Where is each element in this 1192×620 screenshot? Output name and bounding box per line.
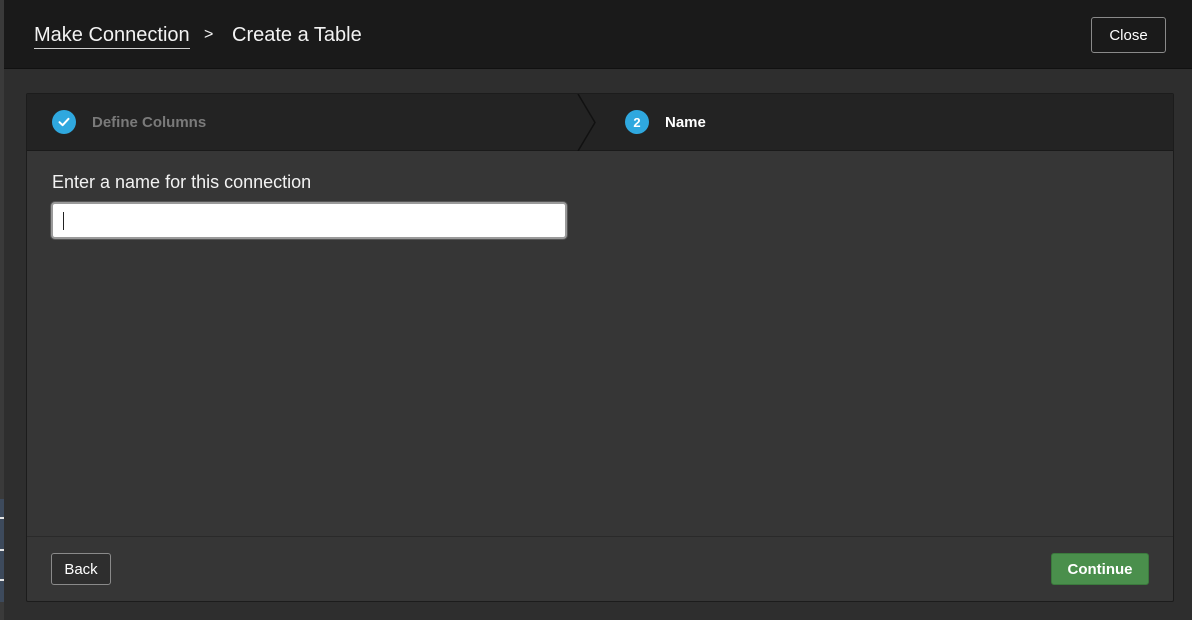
step-name-label: Name: [665, 113, 706, 131]
back-button[interactable]: Back: [51, 553, 111, 585]
wizard-steps: Define Columns 2 Name: [27, 94, 1173, 151]
step-number-badge: 2: [625, 110, 649, 134]
text-caret: [63, 212, 64, 230]
breadcrumb-make-connection[interactable]: Make Connection: [34, 23, 190, 49]
close-button[interactable]: Close: [1091, 17, 1166, 53]
connection-name-label: Enter a name for this connection: [52, 172, 312, 192]
wizard-footer: Back Continue: [27, 536, 1173, 601]
breadcrumb-separator: >: [204, 26, 214, 43]
step-define-columns[interactable]: Define Columns: [52, 110, 206, 134]
connection-name-input[interactable]: [51, 202, 567, 239]
step-name: 2 Name: [625, 110, 706, 134]
continue-button[interactable]: Continue: [1051, 553, 1149, 585]
wizard-panel: Define Columns 2 Name Enter a name for t…: [26, 93, 1174, 602]
step-define-columns-label: Define Columns: [92, 113, 207, 131]
modal-header: Make Connection > Create a Table Close: [4, 0, 1192, 69]
check-icon: [52, 110, 76, 134]
step-divider-chevron: [577, 94, 596, 151]
breadcrumb-current: Create a Table: [232, 24, 362, 46]
create-table-modal: Make Connection > Create a Table Close D…: [4, 0, 1192, 620]
